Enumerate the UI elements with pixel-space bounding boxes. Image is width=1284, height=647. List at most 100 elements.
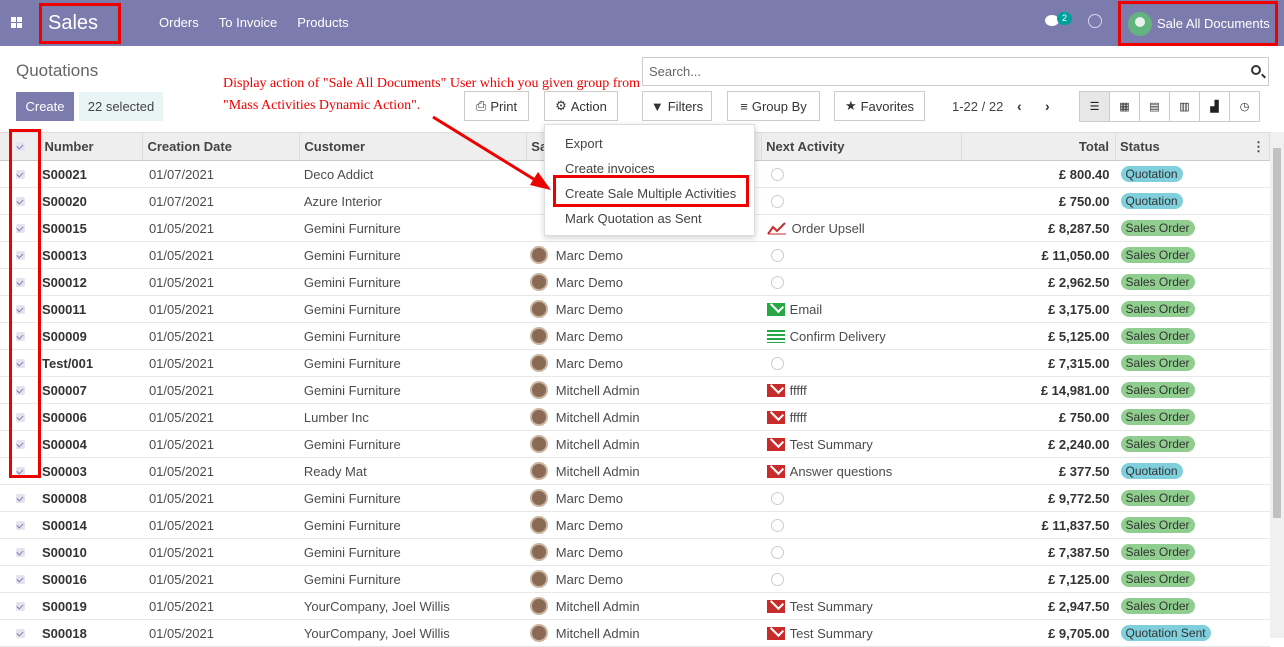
table-row[interactable]: S00010 01/05/2021 Gemini Furniture Marc Dem… [0,538,1270,566]
list-view-icon[interactable]: ☰ [1079,91,1110,122]
next-activity-cell[interactable] [761,268,962,296]
table-row[interactable]: S00009 01/05/2021 Gemini Furniture Marc Dem… [0,322,1270,350]
action-mark-quotation-sent[interactable]: Mark Quotation as Sent [565,211,702,226]
clock-icon[interactable] [770,356,784,370]
row-select[interactable] [0,565,40,593]
row-checkbox[interactable] [16,574,25,584]
next-activity-cell[interactable] [761,349,962,377]
next-activity-cell[interactable] [761,484,962,512]
next-activity-cell[interactable]: Test Summary [761,619,962,647]
next-activity-cell[interactable] [761,241,962,269]
row-checkbox[interactable] [16,493,25,503]
table-row[interactable]: S00018 01/05/2021 YourCompany, Joel Willis… [0,619,1270,647]
row-select[interactable] [0,538,40,566]
table-row[interactable]: S00007 01/05/2021 Gemini Furniture Mitchell… [0,376,1270,404]
row-checkbox[interactable] [16,547,25,557]
graph-view-icon[interactable]: ▟ [1199,91,1230,122]
pivot-view-icon[interactable]: ▥ [1169,91,1200,122]
next-activity-cell[interactable]: Test Summary [761,430,962,458]
optional-columns-icon[interactable]: ⋮ [1252,139,1265,155]
action-create-invoices[interactable]: Create invoices [565,161,655,176]
clock-icon[interactable] [770,572,784,586]
col-status[interactable]: Status ⋮ [1115,132,1270,161]
next-activity-cell[interactable]: Test Summary [761,592,962,620]
table-row[interactable]: S00003 01/05/2021 Ready Mat Mitchell Admin A… [0,457,1270,485]
scrollbar-thumb[interactable] [1273,148,1281,518]
status-cell: Sales Order [1115,430,1270,458]
row-select[interactable] [0,592,40,620]
table-row[interactable]: S00013 01/05/2021 Gemini Furniture Marc Dem… [0,241,1270,269]
table-row[interactable]: S00014 01/05/2021 Gemini Furniture Marc Dem… [0,511,1270,539]
calendar-view-icon[interactable]: ▤ [1139,91,1170,122]
row-checkbox[interactable] [16,628,25,638]
col-customer[interactable]: Customer [299,132,528,161]
order-number: S00010 [39,538,143,566]
row-select[interactable] [0,619,40,647]
clock-icon[interactable] [770,545,784,559]
next-activity-cell[interactable]: Confirm Delivery [761,322,962,350]
chevron-right-icon[interactable]: › [1045,98,1050,114]
next-activity-cell[interactable]: Answer questions [761,457,962,485]
menu-orders[interactable]: Orders [159,15,199,30]
apps-menu-icon[interactable] [11,17,22,28]
filters-button[interactable]: ▼ Filters [642,91,712,121]
col-number[interactable]: Number [39,132,144,161]
next-activity-cell[interactable] [761,160,962,188]
print-button[interactable]: ⎙ Print [464,91,529,121]
clock-icon[interactable] [770,248,784,262]
col-total[interactable]: Total [961,132,1117,161]
next-activity-cell[interactable]: fffff [761,403,962,431]
row-checkbox[interactable] [16,520,25,530]
next-activity-cell[interactable] [761,511,962,539]
activity-view-icon[interactable]: ◷ [1229,91,1260,122]
search-icon[interactable] [1251,65,1261,75]
next-activity-cell[interactable]: Email [761,295,962,323]
action-button[interactable]: ⚙ Action [544,91,618,121]
next-activity-cell[interactable] [761,565,962,593]
row-select[interactable] [0,484,40,512]
col-creation-date[interactable]: Creation Date [142,132,301,161]
activity-clock-icon[interactable] [1088,14,1102,28]
pager-value[interactable]: 1-22 / 22 [952,99,1003,114]
chevron-left-icon[interactable]: ‹ [1017,98,1022,114]
menu-products[interactable]: Products [297,15,348,30]
table-row[interactable]: S00011 01/05/2021 Gemini Furniture Marc Dem… [0,295,1270,323]
clock-icon[interactable] [770,194,784,208]
status-cell: Sales Order [1115,241,1270,269]
clock-icon[interactable] [770,518,784,532]
salesperson-name: Mitchell Admin [555,463,640,479]
next-activity-cell[interactable] [761,187,962,215]
row-checkbox[interactable] [16,601,25,611]
table-row[interactable]: S00016 01/05/2021 Gemini Furniture Marc Dem… [0,565,1270,593]
next-activity-cell[interactable]: fffff [761,376,962,404]
favorites-button[interactable]: ★ Favorites [834,91,925,121]
table-row[interactable]: S00004 01/05/2021 Gemini Furniture Mitchell… [0,430,1270,458]
table-row[interactable]: S00006 01/05/2021 Lumber Inc Mitchell Admin… [0,403,1270,431]
table-row[interactable]: S00012 01/05/2021 Gemini Furniture Marc Dem… [0,268,1270,296]
clock-icon[interactable] [770,275,784,289]
customer-name: Gemini Furniture [299,268,527,296]
menu-to-invoice[interactable]: To Invoice [219,15,278,30]
order-total: £ 9,772.50 [961,484,1116,512]
customer-name: Gemini Furniture [299,241,527,269]
clock-icon[interactable] [770,167,784,181]
status-badge: Sales Order [1120,409,1195,425]
app-brand[interactable]: Sales [48,12,98,35]
vertical-scrollbar[interactable] [1270,132,1284,638]
groupby-label: Group By [751,98,807,114]
clock-icon[interactable] [770,491,784,505]
col-next-activity[interactable]: Next Activity [761,132,963,161]
row-select[interactable] [0,511,40,539]
user-menu[interactable]: Sale All Documents [1118,1,1278,46]
search-input[interactable]: Search... [642,57,1269,86]
group-by-button[interactable]: ≡ Group By [727,91,820,121]
table-row[interactable]: Test/001 01/05/2021 Gemini Furniture Marc D… [0,349,1270,377]
create-button[interactable]: Create [16,92,74,121]
next-activity-cell[interactable]: Order Upsell [761,214,962,242]
order-total: £ 2,947.50 [961,592,1116,620]
table-row[interactable]: S00019 01/05/2021 YourCompany, Joel Willis… [0,592,1270,620]
table-row[interactable]: S00008 01/05/2021 Gemini Furniture Marc Dem… [0,484,1270,512]
next-activity-cell[interactable] [761,538,962,566]
kanban-view-icon[interactable]: ▦ [1109,91,1140,122]
action-export[interactable]: Export [565,136,603,151]
